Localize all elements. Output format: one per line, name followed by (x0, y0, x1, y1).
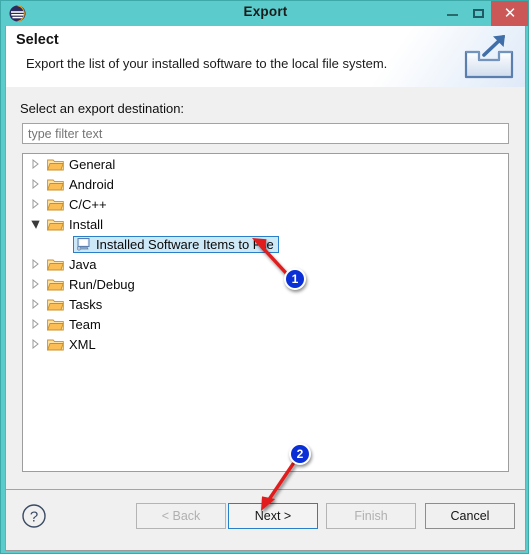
tree-item-label: Java (69, 256, 97, 272)
annotation-badge-1: 1 (284, 268, 306, 290)
back-button[interactable]: < Back (136, 503, 226, 529)
filter-input[interactable] (22, 123, 509, 144)
installed-software-icon (76, 238, 90, 251)
annotation-badge-2: 2 (289, 443, 311, 465)
chevron-right-icon[interactable] (31, 259, 40, 269)
tree-item-installed-software-row[interactable]: Installed Software Items to File (23, 234, 508, 254)
tree-item-xml[interactable]: XML (23, 334, 508, 354)
export-destination-tree[interactable]: General Android C/C++ Install Installed … (22, 153, 509, 472)
chevron-right-icon[interactable] (31, 299, 40, 309)
tree-item-label: Android (69, 176, 114, 192)
maximize-button[interactable] (465, 1, 491, 26)
folder-icon (47, 159, 64, 171)
tree-item-label: Tasks (69, 296, 103, 312)
minimize-button[interactable] (439, 1, 465, 26)
folder-icon (47, 219, 64, 231)
chevron-right-icon[interactable] (31, 319, 40, 329)
page-description: Export the list of your installed softwa… (26, 56, 388, 71)
cancel-button[interactable]: Cancel (425, 503, 515, 529)
export-arrow-icon (464, 35, 514, 79)
folder-icon (47, 259, 64, 271)
folder-icon (47, 279, 64, 291)
page-title: Select (16, 32, 59, 48)
finish-button[interactable]: Finish (326, 503, 416, 529)
close-button[interactable]: ✕ (491, 1, 528, 26)
folder-icon (47, 199, 64, 211)
question-mark-icon[interactable]: ? (21, 503, 47, 529)
chevron-right-icon[interactable] (31, 199, 40, 209)
dialog-body: Select an export destination: General (6, 87, 525, 489)
tree-item-team[interactable]: Team (23, 314, 508, 334)
tree-item-run-debug[interactable]: Run/Debug (23, 274, 508, 294)
chevron-right-icon[interactable] (31, 279, 40, 289)
tree-item-android[interactable]: Android (23, 174, 508, 194)
folder-icon (47, 319, 64, 331)
tree-item-java[interactable]: Java (23, 254, 508, 274)
dialog-client-area: Select Export the list of your installed… (5, 26, 526, 551)
chevron-right-icon[interactable] (31, 179, 40, 189)
folder-icon (47, 179, 64, 191)
tree-item-label: C/C++ (69, 196, 107, 212)
next-button[interactable]: Next > (228, 503, 318, 529)
selected-tree-item[interactable]: Installed Software Items to File (73, 235, 279, 253)
tree-item-label: XML (69, 336, 96, 352)
tree-item-label: Run/Debug (69, 276, 135, 292)
folder-icon (47, 339, 64, 351)
title-bar[interactable]: Export ✕ (1, 1, 528, 26)
minimize-icon (446, 9, 458, 16)
tree-item-tasks[interactable]: Tasks (23, 294, 508, 314)
dialog-footer: ? < Back Next > Finish Cancel (6, 489, 525, 550)
tree-item-install[interactable]: Install (23, 214, 508, 234)
dialog-header: Select Export the list of your installed… (6, 26, 525, 88)
chevron-down-icon[interactable] (31, 219, 40, 229)
tree-item-label: General (69, 156, 116, 172)
folder-icon (47, 299, 64, 311)
maximize-icon (472, 9, 484, 18)
close-icon: ✕ (503, 4, 517, 22)
chevron-right-icon[interactable] (31, 159, 40, 169)
tree-item-label: Team (69, 316, 101, 332)
selected-tree-item-label: Installed Software Items to File (96, 236, 274, 252)
destination-label: Select an export destination: (20, 101, 185, 116)
tree-item-cpp[interactable]: C/C++ (23, 194, 508, 214)
svg-text:?: ? (30, 509, 38, 526)
chevron-right-icon[interactable] (31, 339, 40, 349)
tree-item-general[interactable]: General (23, 154, 508, 174)
tree-item-label: Install (69, 216, 103, 232)
export-dialog-window: Export ✕ Select Export the list of your … (0, 0, 529, 554)
